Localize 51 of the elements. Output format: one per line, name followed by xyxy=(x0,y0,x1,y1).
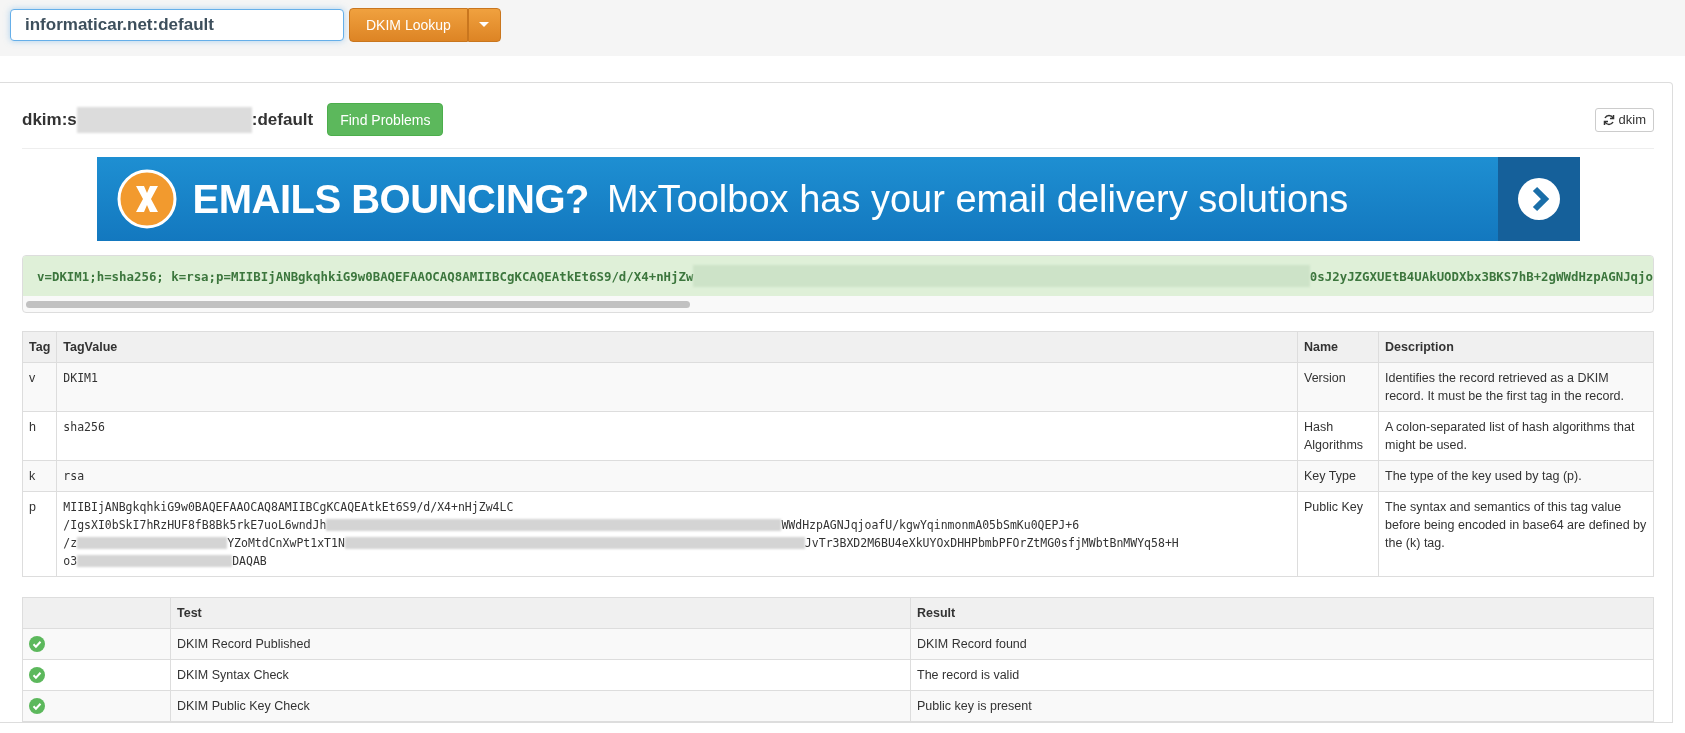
key-text: o3 xyxy=(63,553,78,570)
record-title: dkim:s xyxy=(22,109,77,130)
column-header: Description xyxy=(1378,331,1654,363)
arrow-right-icon xyxy=(1516,177,1561,221)
column-header: Test xyxy=(170,597,911,629)
key-text: MIIBIjANBgkqhkiG9w0BAQEFAAOCAQ8AMIIBCgKCAQEAtkEt6S9/d/X4+nHjZw4LC xyxy=(63,499,514,516)
refresh-button[interactable]: dkim xyxy=(1594,107,1654,132)
key-text: 0sJ2yJZGXUEtB4UAkUODXbx3BKS7hB+2gWWdHzpAGNJqjo xyxy=(1309,268,1653,284)
table-cell: The syntax and semantics of this tag value before being encoded in base64 are defined by the (k) tag. xyxy=(1378,491,1654,577)
column-header: TagValue xyxy=(56,331,1298,363)
table-cell: Public key is present xyxy=(910,690,1654,722)
table-cell: DKIM Record found xyxy=(910,628,1654,660)
caret-icon xyxy=(479,22,490,28)
table-cell: p xyxy=(22,491,57,577)
key-text: /IgsXI0bSkI7hRzHUF8fB8Bk5rkE7uoL6wndJh xyxy=(63,517,327,534)
table-cell: Identifies the record retrieved as a DKIM record. It must be the first tag in the record. xyxy=(1378,362,1654,412)
table-cell: Key Type xyxy=(1297,460,1379,492)
search-field[interactable]: informaticar.net:default xyxy=(10,9,344,41)
table-cell: The record is valid xyxy=(910,659,1654,691)
table-cell: DKIM Syntax Check xyxy=(170,659,911,691)
refresh-icon xyxy=(1602,113,1615,126)
key-text: WWdHzpAGNJqjoafU/kgwYqinmonmA05bSmKu0QEPJ+6 xyxy=(781,517,1080,534)
table-cell: Hash Algorithms xyxy=(1297,411,1379,461)
table-cell: The type of the key used by tag (p). xyxy=(1378,460,1654,492)
column-header: Tag xyxy=(22,331,57,363)
find-problems-button[interactable]: Find Problems xyxy=(327,103,444,136)
key-text: sha256 xyxy=(63,419,105,436)
key-text: rsa xyxy=(63,468,85,485)
table-cell: h xyxy=(22,411,57,461)
key-text: v=DKIM1;h=sha256; k=rsa;p=MIIBIjANBgkqhkiG9w0BAQEFAAOCAQ8AMIIBCgKCAQEAtkEt6S9/d/X4+nHjZw xyxy=(37,268,694,284)
table-cell: v xyxy=(22,362,57,412)
banner-headline: EMAILS BOUNCING? xyxy=(192,176,589,222)
banner-tagline: MxToolbox has your email delivery solutions xyxy=(606,177,1350,221)
table-cell: DKIM Public Key Check xyxy=(170,690,911,722)
lookup-button[interactable]: DKIM Lookup xyxy=(349,8,468,42)
dropdown-button[interactable] xyxy=(467,8,501,42)
key-text: JvTr3BXD2M6BU4eXkUYOxDHHPbmbPFOrZtMG0sfjMWbtBnMWYq58+H xyxy=(804,535,1179,552)
key-text: YZoMtdCnXwPt1xT1N xyxy=(227,535,345,552)
record-title: :default xyxy=(251,109,314,130)
column-header: Result xyxy=(910,597,1654,629)
key-text: DAQAB xyxy=(232,553,267,570)
table-cell: DKIM Record Published xyxy=(170,628,911,660)
key-text: DKIM1 xyxy=(63,370,98,387)
table-cell: Public Key xyxy=(1297,491,1379,577)
x-logo-icon xyxy=(116,169,177,229)
column-header: Name xyxy=(1297,331,1379,363)
ad-banner[interactable]: EMAILS BOUNCING? MxToolbox has your email delivery solutions xyxy=(96,157,1580,241)
table-cell: Version xyxy=(1297,362,1379,412)
table-cell: k xyxy=(22,460,57,492)
table-cell: A colon-separated list of hash algorithms that might be used. xyxy=(1378,411,1654,461)
key-text: /z xyxy=(63,535,78,552)
